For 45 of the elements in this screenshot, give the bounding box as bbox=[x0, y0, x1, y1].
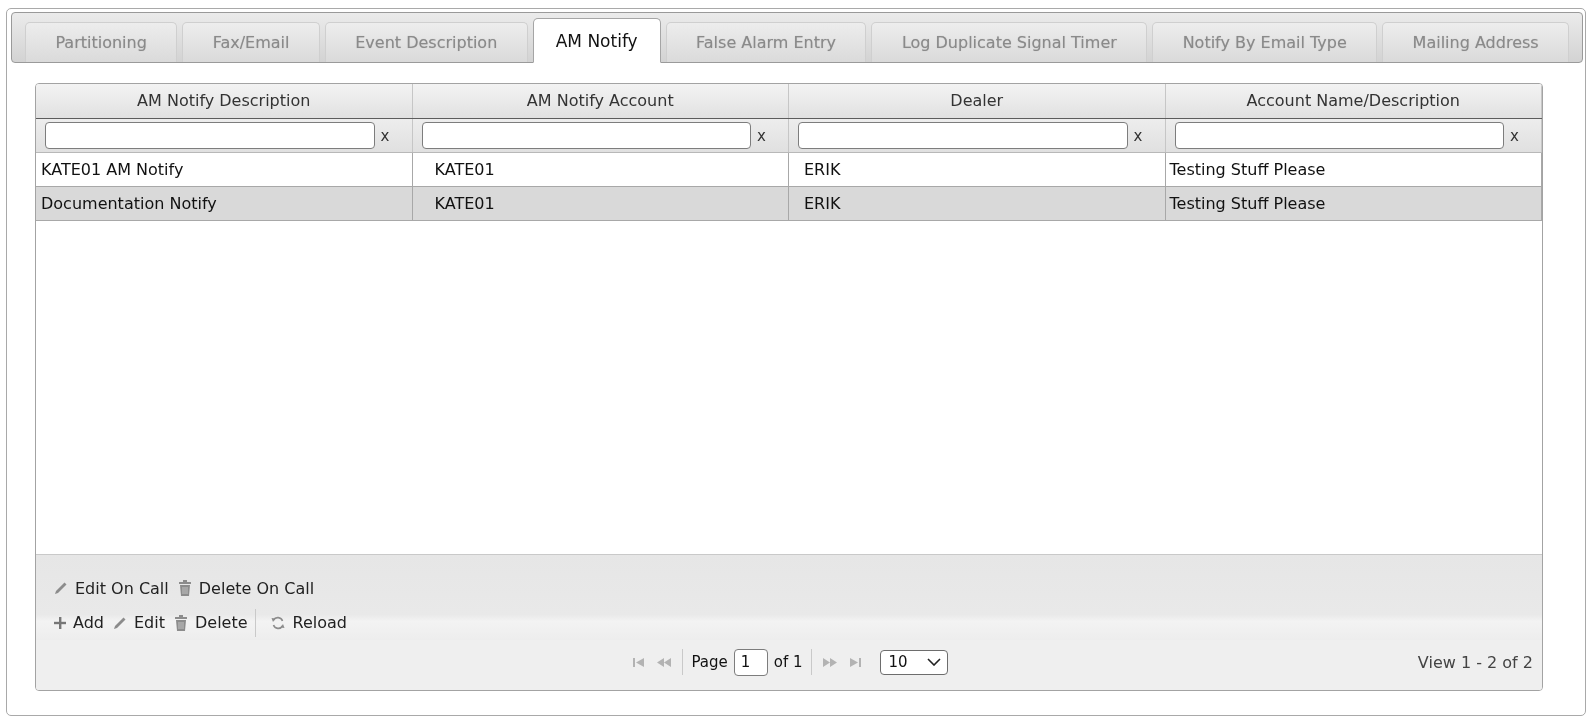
trash-icon bbox=[177, 580, 192, 597]
page-label: Page bbox=[691, 653, 728, 671]
pencil-icon bbox=[113, 615, 127, 630]
table-cell: ERIK bbox=[789, 153, 1166, 186]
table-cell: Testing Stuff Please bbox=[1165, 187, 1542, 220]
table-row[interactable]: Documentation Notify KATE01 ERIK Testing Stuff Please bbox=[36, 187, 1542, 221]
table-cell: KATE01 bbox=[412, 153, 789, 186]
edit-button[interactable]: Edit On Call bbox=[52, 578, 176, 598]
reload-button[interactable]: Reload bbox=[267, 613, 354, 633]
rewind-icon bbox=[657, 657, 672, 667]
table-row[interactable]: KATE01 AM Notify KATE01 ERIK Testing Stuff Please bbox=[36, 153, 1542, 187]
skip-start-icon bbox=[633, 657, 646, 667]
fast-forward-icon bbox=[822, 657, 837, 667]
record-count-text: View 1 - 2 of 2 bbox=[1417, 652, 1533, 672]
table-cell: ERIK bbox=[789, 187, 1166, 220]
filter-field[interactable] bbox=[1174, 122, 1505, 149]
plus-icon bbox=[54, 616, 66, 629]
table-cell: KATE01 bbox=[412, 187, 789, 220]
filter-field[interactable] bbox=[798, 122, 1128, 149]
table-cell: KATE01 AM Notify bbox=[36, 153, 413, 186]
page-count-label: of 1 bbox=[773, 653, 803, 671]
add-button[interactable]: Add bbox=[52, 613, 111, 633]
page-size-select[interactable]: 10 bbox=[879, 649, 948, 675]
column-header[interactable]: Account Name/Description bbox=[1165, 84, 1542, 118]
trash-icon bbox=[173, 614, 188, 631]
refresh-icon bbox=[269, 614, 286, 631]
filter-field[interactable] bbox=[45, 122, 375, 149]
clear-filter-button[interactable]: x bbox=[380, 126, 390, 145]
chevron-down-icon bbox=[926, 658, 941, 666]
table-cell: Documentation Notify bbox=[36, 187, 413, 220]
table-cell: Testing Stuff Please bbox=[1165, 153, 1542, 186]
tab[interactable]: AM Notify bbox=[532, 18, 661, 63]
skip-end-icon bbox=[848, 657, 861, 667]
clear-filter-button[interactable]: x bbox=[1133, 126, 1143, 145]
column-header[interactable]: AM Notify Account bbox=[412, 84, 789, 118]
filter-field[interactable] bbox=[421, 122, 752, 149]
clear-filter-button[interactable]: x bbox=[757, 126, 766, 145]
clear-filter-button[interactable]: x bbox=[1510, 126, 1519, 145]
delete-button[interactable]: Delete bbox=[171, 613, 255, 633]
column-header[interactable]: Dealer bbox=[789, 84, 1166, 118]
column-header[interactable]: AM Notify Description bbox=[36, 84, 413, 118]
edit-button[interactable]: Edit bbox=[111, 613, 172, 633]
page-number-field[interactable]: 1 bbox=[733, 648, 768, 676]
delete-button[interactable]: Delete On Call bbox=[175, 578, 322, 598]
pencil-icon bbox=[54, 581, 68, 596]
